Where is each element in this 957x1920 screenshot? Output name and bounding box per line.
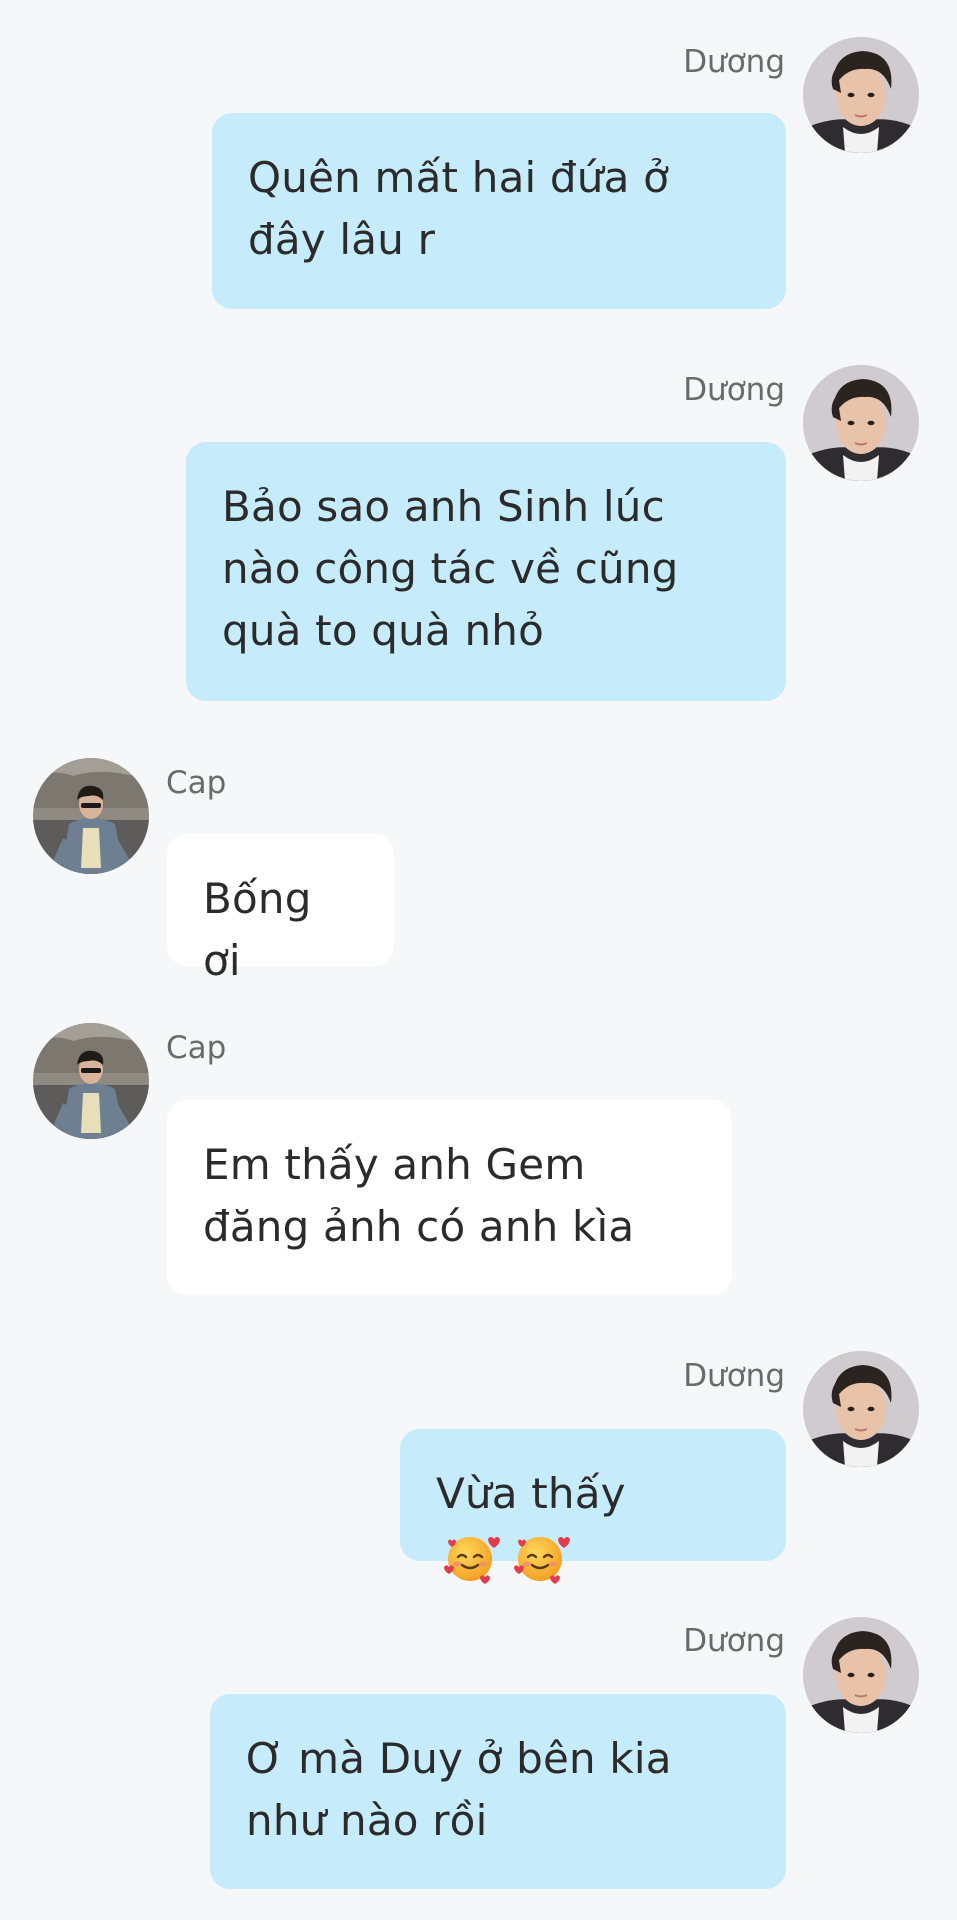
chat-thread: Dương Quên mất hai đứa ở đây lâu r Dương… — [0, 0, 957, 1920]
sender-name: Dương — [683, 1623, 785, 1659]
avatar-photo-icon — [803, 1617, 919, 1733]
message-bubble[interactable]: Ơ mà Duy ở bên kia như nào rồi — [210, 1694, 786, 1889]
message-item: Dương Ơ mà Duy ở bên kia như nào rồi — [0, 0, 957, 1920]
avatar-duong[interactable] — [803, 1617, 919, 1733]
message-text: Ơ mà Duy ở bên kia như nào rồi — [246, 1734, 672, 1845]
